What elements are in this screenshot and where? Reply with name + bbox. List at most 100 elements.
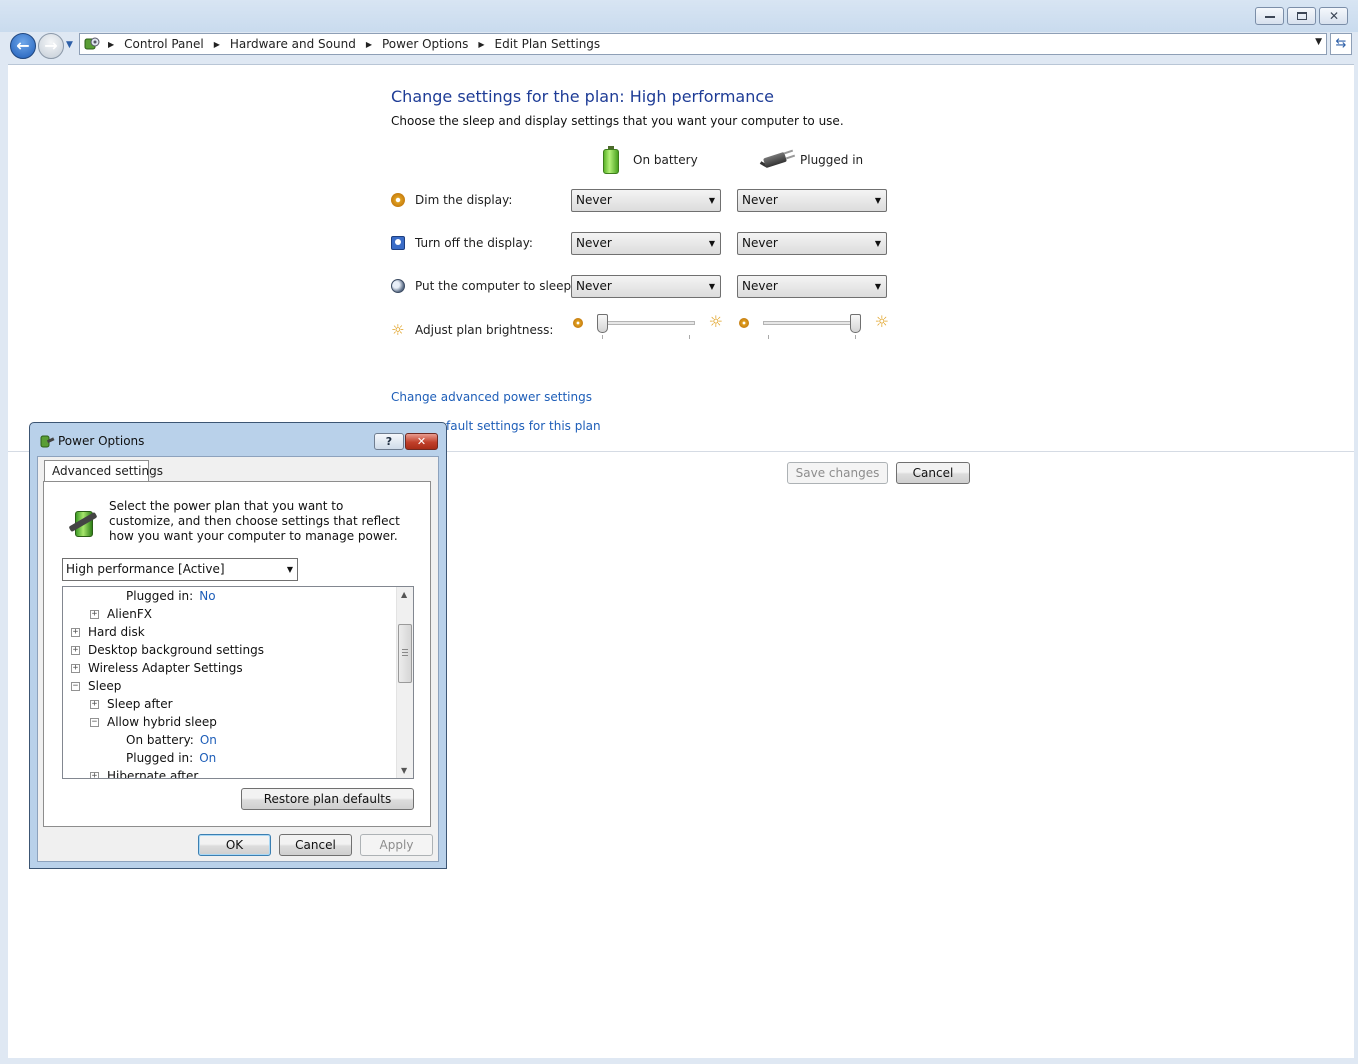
brightness-label: Adjust plan brightness: — [415, 323, 554, 337]
dropdown-arrow-icon: ▼ — [708, 282, 715, 291]
page-title: Change settings for the plan: High perfo… — [391, 87, 775, 106]
tree-item-sleep-after[interactable]: + Sleep after — [90, 695, 173, 713]
breadcrumb-separator-icon[interactable]: ▶ — [366, 40, 372, 49]
breadcrumb-separator-icon[interactable]: ▶ — [108, 40, 114, 49]
restore-default-settings-link[interactable]: fault settings for this plan — [446, 419, 601, 433]
tree-item-sleep[interactable]: − Sleep — [71, 677, 121, 695]
tree-item-hibernate-after[interactable]: + Hibernate after — [90, 767, 198, 778]
help-button[interactable]: ? — [374, 433, 404, 450]
collapse-icon[interactable]: − — [71, 681, 80, 691]
breadcrumb-hardware-and-sound[interactable]: Hardware and Sound — [230, 37, 356, 51]
scrollbar-thumb[interactable] — [398, 624, 412, 683]
scroll-up-icon[interactable]: ▲ — [401, 590, 407, 599]
dialog-title: Power Options — [58, 434, 145, 448]
tree-item-hybrid-sleep[interactable]: − Allow hybrid sleep — [90, 713, 217, 731]
scroll-down-icon[interactable]: ▼ — [401, 766, 407, 775]
power-plan-value: High performance [Active] — [66, 562, 225, 576]
expand-icon[interactable]: + — [71, 663, 80, 673]
slider-thumb[interactable] — [597, 314, 608, 333]
brightness-row: ☼ Adjust plan brightness: — [391, 319, 553, 341]
caption-buttons: ✕ — [1255, 7, 1348, 25]
window-bottom-edge — [0, 1058, 1358, 1064]
brightness-plugged-slider[interactable]: ☼ — [739, 313, 889, 339]
tree-item-alienfx[interactable]: + AlienFX — [90, 605, 152, 623]
expand-icon[interactable]: + — [71, 627, 80, 637]
collapse-icon[interactable]: − — [90, 717, 99, 727]
grip-icon — [402, 649, 408, 656]
dialog-close-button[interactable]: ✕ — [405, 433, 438, 450]
settings-tree[interactable]: Plugged in: No + AlienFX + Hard disk + Desk… — [62, 586, 414, 779]
restore-button[interactable] — [1287, 7, 1316, 25]
power-plan-select[interactable]: High performance [Active] ▼ — [62, 558, 298, 581]
dialog-client-area: Advanced settings Select the power plan … — [37, 456, 439, 862]
dim-display-battery-value: Never — [576, 193, 612, 207]
tree-item-on-battery[interactable]: On battery: On — [126, 731, 217, 749]
tree-item-label: Sleep — [88, 679, 122, 693]
turn-off-display-battery-select[interactable]: Never ▼ — [571, 232, 721, 255]
apply-button[interactable]: Apply — [360, 834, 433, 856]
recent-pages-dropdown[interactable]: ▼ — [66, 40, 73, 50]
tree-item-label: Hard disk — [88, 625, 145, 639]
tree-item-label: Wireless Adapter Settings — [88, 661, 243, 675]
expand-icon[interactable]: + — [90, 609, 99, 619]
refresh-icon: ⇆ — [1335, 36, 1347, 51]
slider-tick — [855, 335, 856, 339]
close-icon: ✕ — [1329, 9, 1340, 23]
tree-item-plugged-in[interactable]: Plugged in: On — [126, 749, 216, 767]
dialog-cancel-button[interactable]: Cancel — [279, 834, 352, 856]
minimize-button[interactable] — [1255, 7, 1284, 25]
advanced-settings-page: Select the power plan that you want to c… — [43, 481, 431, 827]
power-options-dialog: Power Options ? ✕ Advanced settings Sele… — [29, 422, 447, 869]
breadcrumb-control-panel[interactable]: Control Panel — [124, 37, 204, 51]
tree-setting-value[interactable]: No — [199, 587, 215, 605]
dialog-description: Select the power plan that you want to c… — [109, 499, 400, 543]
sleep-battery-select[interactable]: Never ▼ — [571, 275, 721, 298]
ok-button[interactable]: OK — [198, 834, 271, 856]
tree-setting-label: On battery: — [126, 733, 194, 747]
back-button[interactable]: ← — [10, 33, 36, 59]
brightness-battery-slider[interactable]: ☼ — [573, 313, 723, 339]
slider-thumb[interactable] — [850, 314, 861, 333]
save-changes-button[interactable]: Save changes — [787, 462, 888, 484]
turn-off-display-plugged-select[interactable]: Never ▼ — [737, 232, 887, 255]
tree-setting-value[interactable]: On — [200, 731, 217, 749]
tab-advanced-settings[interactable]: Advanced settings — [44, 460, 163, 482]
tree-scrollbar[interactable]: ▲ ▼ — [396, 587, 413, 778]
restore-plan-defaults-button[interactable]: Restore plan defaults — [241, 788, 414, 810]
forward-button[interactable]: → — [38, 33, 64, 59]
battery-icon — [603, 146, 619, 174]
turn-off-display-row: Turn off the display: — [391, 232, 533, 254]
tree-item-desktop-background[interactable]: + Desktop background settings — [71, 641, 264, 659]
expand-icon[interactable]: + — [90, 771, 99, 778]
tree-item-label: Sleep after — [107, 697, 173, 711]
slider-track[interactable] — [597, 321, 695, 325]
tree-item-wireless-adapter[interactable]: + Wireless Adapter Settings — [71, 659, 243, 677]
expand-icon[interactable]: + — [71, 645, 80, 655]
breadcrumb-separator-icon[interactable]: ▶ — [478, 40, 484, 49]
brightness-sun-icon: ☼ — [391, 321, 405, 339]
restore-icon — [1297, 12, 1307, 20]
address-dropdown-icon[interactable]: ▼ — [1315, 37, 1322, 47]
dim-display-battery-select[interactable]: Never ▼ — [571, 189, 721, 212]
sleep-plugged-select[interactable]: Never ▼ — [737, 275, 887, 298]
cancel-button[interactable]: Cancel — [896, 462, 970, 484]
slider-track[interactable] — [763, 321, 861, 325]
tree-item-hard-disk[interactable]: + Hard disk — [71, 623, 145, 641]
dropdown-arrow-icon: ▼ — [874, 196, 881, 205]
tree-item-label: Desktop background settings — [88, 643, 264, 657]
expand-icon[interactable]: + — [90, 699, 99, 709]
breadcrumb-separator-icon[interactable]: ▶ — [214, 40, 220, 49]
turn-off-display-battery-value: Never — [576, 236, 612, 250]
refresh-button[interactable]: ⇆ — [1330, 33, 1352, 55]
close-window-button[interactable]: ✕ — [1319, 7, 1348, 25]
change-advanced-settings-link[interactable]: Change advanced power settings — [391, 390, 592, 404]
dropdown-arrow-icon: ▼ — [708, 196, 715, 205]
address-bar[interactable]: ▶ Control Panel ▶ Hardware and Sound ▶ P… — [79, 33, 1327, 55]
tree-setting-value[interactable]: On — [199, 749, 216, 767]
breadcrumb-power-options[interactable]: Power Options — [382, 37, 468, 51]
dim-display-plugged-select[interactable]: Never ▼ — [737, 189, 887, 212]
sleep-moon-icon — [391, 279, 405, 293]
tree-item-plugged-in[interactable]: Plugged in: No — [126, 587, 216, 605]
minimize-icon — [1265, 12, 1275, 18]
breadcrumb-edit-plan-settings[interactable]: Edit Plan Settings — [495, 37, 601, 51]
